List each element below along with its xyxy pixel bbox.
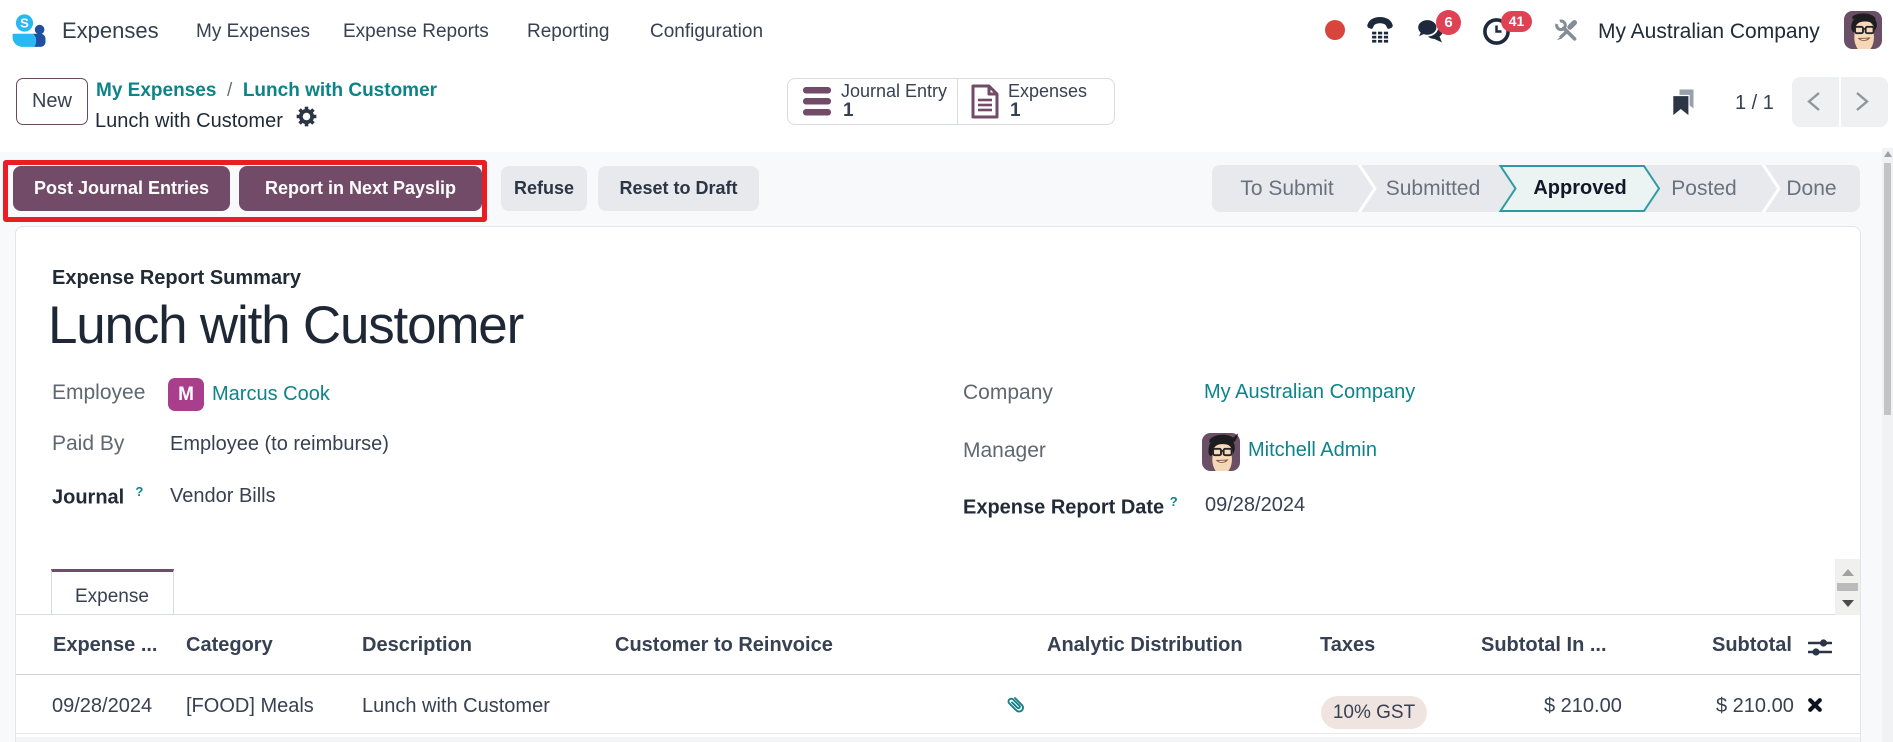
svg-text:S: S	[20, 15, 29, 30]
